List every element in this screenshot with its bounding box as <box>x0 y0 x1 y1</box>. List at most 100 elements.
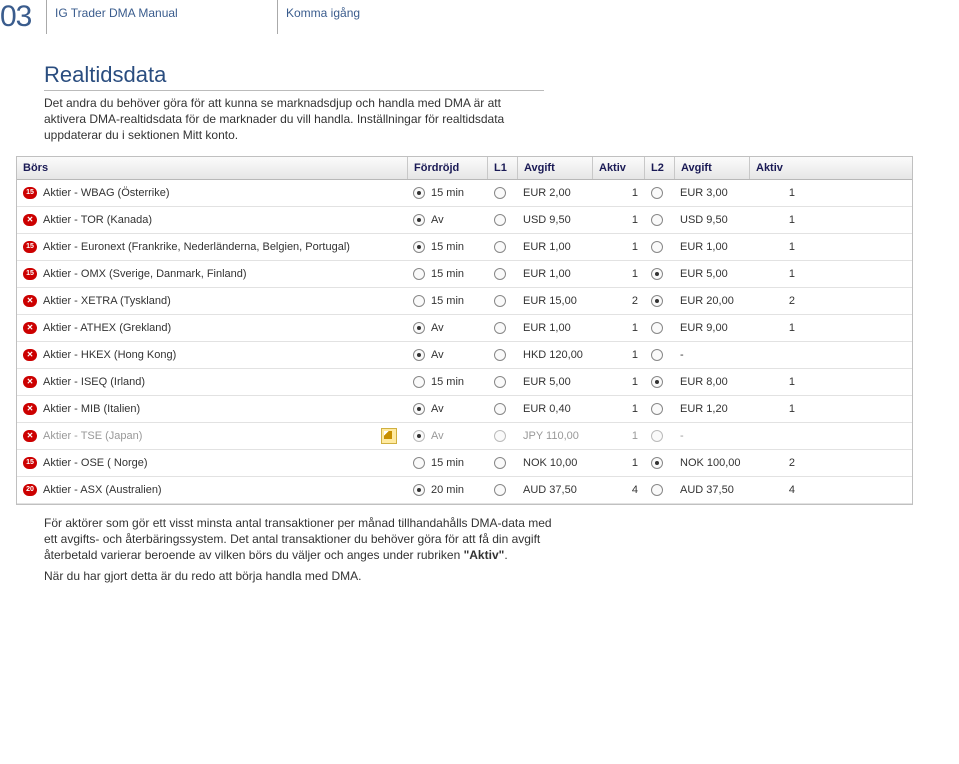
l2-radio[interactable] <box>651 295 663 307</box>
l2-radio[interactable] <box>651 268 663 280</box>
l1-radio[interactable] <box>494 430 506 442</box>
cell-l2 <box>644 369 674 395</box>
badge-delay-icon: 15 <box>23 268 37 280</box>
cell-fee1: AUD 37,50 <box>517 477 592 503</box>
closing-note: När du har gjort detta är du redo att bö… <box>44 569 564 583</box>
l2-radio[interactable] <box>651 241 663 253</box>
l1-radio[interactable] <box>494 322 506 334</box>
delay-radio[interactable] <box>413 295 425 307</box>
exchange-name: Aktier - ATHEX (Grekland) <box>43 322 171 334</box>
cell-l1 <box>487 261 517 287</box>
delay-value: Av <box>431 403 444 415</box>
l2-radio[interactable] <box>651 322 663 334</box>
cell-fee2: EUR 5,00 <box>674 261 749 287</box>
l1-radio[interactable] <box>494 376 506 388</box>
cell-delay: 15 min <box>407 180 487 206</box>
cell-fee2: - <box>674 423 749 449</box>
cell-aktiv1: 1 <box>592 315 644 341</box>
cell-l2 <box>644 423 674 449</box>
cell-l2 <box>644 396 674 422</box>
cell-aktiv1: 1 <box>592 450 644 476</box>
l2-radio[interactable] <box>651 430 663 442</box>
document-header: 03 IG Trader DMA Manual Komma igång <box>0 0 959 34</box>
l1-radio[interactable] <box>494 214 506 226</box>
l1-radio[interactable] <box>494 268 506 280</box>
l1-radio[interactable] <box>494 457 506 469</box>
delay-radio[interactable] <box>413 349 425 361</box>
cell-fee1: JPY 110,00 <box>517 423 592 449</box>
cell-l2 <box>644 342 674 368</box>
cell-bors: ✕Aktier - XETRA (Tyskland) <box>17 288 407 314</box>
delay-radio[interactable] <box>413 268 425 280</box>
l1-radio[interactable] <box>494 484 506 496</box>
delay-radio[interactable] <box>413 322 425 334</box>
delay-radio[interactable] <box>413 457 425 469</box>
col-aktiv1: Aktiv <box>592 157 644 179</box>
delay-radio[interactable] <box>413 187 425 199</box>
l1-radio[interactable] <box>494 241 506 253</box>
exchange-name: Aktier - ASX (Australien) <box>43 484 162 496</box>
cell-l2 <box>644 450 674 476</box>
cell-delay: Av <box>407 315 487 341</box>
l1-radio[interactable] <box>494 187 506 199</box>
cell-delay: 20 min <box>407 477 487 503</box>
cell-bors: 15 Aktier - OMX (Sverige, Danmark, Finlan… <box>17 261 407 287</box>
cell-l1 <box>487 477 517 503</box>
edit-icon[interactable] <box>381 428 397 444</box>
delay-radio[interactable] <box>413 484 425 496</box>
cell-fee2: EUR 1,20 <box>674 396 749 422</box>
table-row: 15Aktier - OSE ( Norge)15 minNOK 10,001N… <box>17 450 912 477</box>
l2-radio[interactable] <box>651 214 663 226</box>
l1-radio[interactable] <box>494 349 506 361</box>
cell-bors: ✕Aktier - ISEQ (Irland) <box>17 369 407 395</box>
cell-l2 <box>644 180 674 206</box>
cell-aktiv2: 2 <box>749 288 801 314</box>
cell-fee1: EUR 1,00 <box>517 315 592 341</box>
cell-aktiv2: 2 <box>749 450 801 476</box>
table-row: ✕Aktier - MIB (Italien)AvEUR 0,401EUR 1,… <box>17 396 912 423</box>
cell-l2 <box>644 207 674 233</box>
l2-radio[interactable] <box>651 403 663 415</box>
l2-radio[interactable] <box>651 484 663 496</box>
delay-radio[interactable] <box>413 214 425 226</box>
l2-radio[interactable] <box>651 457 663 469</box>
delay-value: Av <box>431 349 444 361</box>
cell-delay: 15 min <box>407 234 487 260</box>
l2-radio[interactable] <box>651 349 663 361</box>
cell-l2 <box>644 477 674 503</box>
exchange-name: Aktier - XETRA (Tyskland) <box>43 295 171 307</box>
l1-radio[interactable] <box>494 295 506 307</box>
cell-l1 <box>487 396 517 422</box>
delay-radio[interactable] <box>413 430 425 442</box>
delay-value: Av <box>431 322 444 334</box>
l1-radio[interactable] <box>494 403 506 415</box>
cell-aktiv1: 1 <box>592 207 644 233</box>
cell-aktiv1: 4 <box>592 477 644 503</box>
cell-fee2: EUR 1,00 <box>674 234 749 260</box>
exchange-name: Aktier - Euronext (Frankrike, Nederlände… <box>43 241 350 253</box>
cell-bors: ✕Aktier - ATHEX (Grekland) <box>17 315 407 341</box>
exchange-name: Aktier - OMX (Sverige, Danmark, Finland) <box>43 268 247 280</box>
cell-aktiv2: 1 <box>749 369 801 395</box>
table-row: ✕Aktier - TOR (Kanada)AvUSD 9,501USD 9,5… <box>17 207 912 234</box>
cell-fee1: HKD 120,00 <box>517 342 592 368</box>
content: Realtidsdata Det andra du behöver göra f… <box>0 34 959 583</box>
badge-off-icon: ✕ <box>23 349 37 361</box>
delay-value: 15 min <box>431 376 464 388</box>
cell-aktiv1: 1 <box>592 180 644 206</box>
l2-radio[interactable] <box>651 187 663 199</box>
l2-radio[interactable] <box>651 376 663 388</box>
table-row: 15 Aktier - Euronext (Frankrike, Nederlän… <box>17 234 912 261</box>
delay-value: 15 min <box>431 268 464 280</box>
cell-aktiv2: 1 <box>749 396 801 422</box>
delay-value: 20 min <box>431 484 464 496</box>
delay-radio[interactable] <box>413 403 425 415</box>
cell-l2 <box>644 315 674 341</box>
delay-radio[interactable] <box>413 241 425 253</box>
cell-aktiv1: 1 <box>592 423 644 449</box>
table-row: 15Aktier - WBAG (Österrike)15 minEUR 2,0… <box>17 180 912 207</box>
badge-delay-icon: 15 <box>23 241 37 253</box>
exchange-name: Aktier - WBAG (Österrike) <box>43 187 170 199</box>
delay-radio[interactable] <box>413 376 425 388</box>
cell-delay: 15 min <box>407 288 487 314</box>
